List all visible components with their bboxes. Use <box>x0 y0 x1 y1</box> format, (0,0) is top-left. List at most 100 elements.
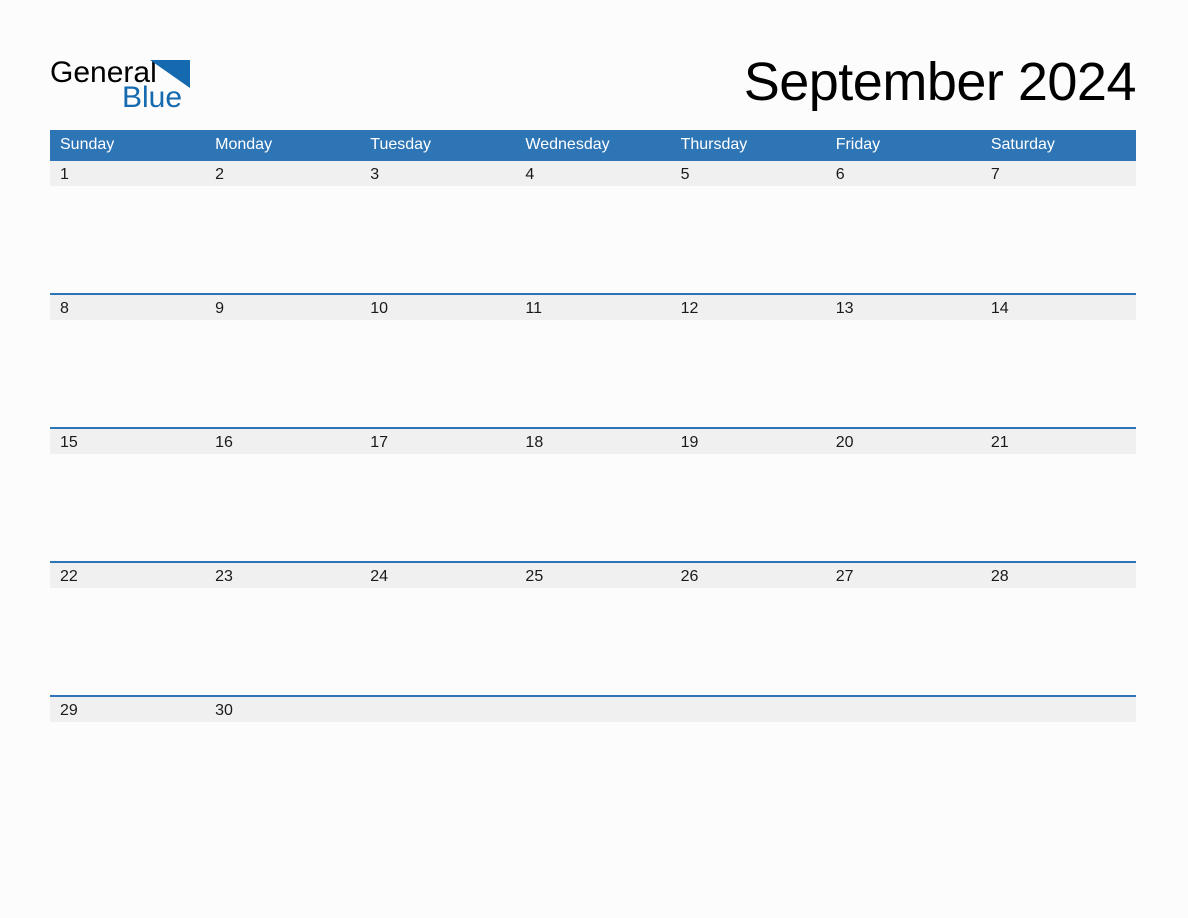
calendar-cell[interactable]: 11 <box>515 293 671 429</box>
day-number: 14 <box>980 295 1136 320</box>
day-events-area[interactable] <box>825 588 981 697</box>
day-number: 26 <box>670 563 826 588</box>
day-number: 22 <box>50 563 206 588</box>
day-events-area[interactable] <box>205 320 361 429</box>
day-number: 13 <box>825 295 981 320</box>
day-events-area[interactable] <box>360 186 516 295</box>
calendar-cell[interactable]: 20 <box>825 427 981 563</box>
calendar-cell[interactable]: 12 <box>670 293 826 429</box>
weekday-header-friday: Friday <box>825 130 981 161</box>
calendar-cell[interactable]: 2 <box>205 161 361 295</box>
day-events-area[interactable] <box>205 722 361 731</box>
calendar-cell[interactable]: 18 <box>515 427 671 563</box>
day-number-empty <box>515 697 671 722</box>
brand-logo[interactable]: General Blue <box>50 54 198 110</box>
day-events-area[interactable] <box>50 722 206 731</box>
calendar-cell[interactable]: 1 <box>50 161 206 295</box>
day-events-area-empty <box>360 722 516 731</box>
day-number: 4 <box>515 161 671 186</box>
day-events-area[interactable] <box>670 588 826 697</box>
day-events-area[interactable] <box>50 588 206 697</box>
calendar-cell[interactable]: 7 <box>980 161 1136 295</box>
calendar-cell[interactable]: 25 <box>515 561 671 697</box>
calendar-cell[interactable]: 24 <box>360 561 516 697</box>
day-number: 9 <box>205 295 361 320</box>
calendar-cell[interactable]: 21 <box>980 427 1137 563</box>
calendar-week-row: 1 2 3 4 5 6 7 <box>50 161 1136 295</box>
day-events-area[interactable] <box>825 320 981 429</box>
calendar-cell[interactable]: 14 <box>980 293 1137 429</box>
day-events-area[interactable] <box>360 454 516 563</box>
calendar-cell <box>825 695 981 731</box>
day-number: 6 <box>825 161 981 186</box>
calendar-cell[interactable]: 5 <box>670 161 826 295</box>
day-events-area[interactable] <box>50 186 206 295</box>
day-number: 10 <box>360 295 516 320</box>
calendar-cell[interactable]: 3 <box>360 161 516 295</box>
calendar-week-row: 8 9 10 11 12 13 14 <box>50 293 1137 429</box>
day-events-area[interactable] <box>980 320 1136 429</box>
day-events-area[interactable] <box>670 320 826 429</box>
day-events-area[interactable] <box>670 186 826 295</box>
day-number: 18 <box>515 429 671 454</box>
day-number: 20 <box>825 429 981 454</box>
calendar-cell <box>515 695 671 731</box>
calendar-cell[interactable]: 9 <box>205 293 361 429</box>
day-events-area[interactable] <box>205 588 361 697</box>
day-number: 25 <box>515 563 671 588</box>
day-events-area-empty <box>515 722 671 731</box>
day-events-area[interactable] <box>825 454 981 563</box>
day-events-area[interactable] <box>515 186 671 295</box>
day-events-area[interactable] <box>515 320 671 429</box>
day-events-area[interactable] <box>670 454 826 563</box>
calendar-cell[interactable]: 15 <box>50 427 206 563</box>
day-number: 1 <box>50 161 206 186</box>
day-number: 16 <box>205 429 361 454</box>
weekday-header-thursday: Thursday <box>670 130 826 161</box>
weekday-header-wednesday: Wednesday <box>515 130 671 161</box>
calendar-cell[interactable]: 13 <box>825 293 981 429</box>
calendar-cell[interactable]: 28 <box>980 561 1137 697</box>
day-number-empty <box>980 697 1136 722</box>
calendar-cell[interactable]: 23 <box>205 561 361 697</box>
day-events-area[interactable] <box>360 588 516 697</box>
day-events-area[interactable] <box>50 320 206 429</box>
day-number: 8 <box>50 295 206 320</box>
calendar-cell[interactable]: 22 <box>50 561 206 697</box>
day-number: 30 <box>205 697 361 722</box>
calendar-cell[interactable]: 17 <box>360 427 516 563</box>
day-number: 23 <box>205 563 361 588</box>
day-number: 17 <box>360 429 516 454</box>
brand-name-blue: Blue <box>122 81 182 110</box>
day-events-area[interactable] <box>205 186 361 295</box>
day-events-area[interactable] <box>515 454 671 563</box>
day-events-area[interactable] <box>980 454 1136 563</box>
calendar-cell[interactable]: 16 <box>205 427 361 563</box>
calendar-cell <box>980 695 1137 731</box>
day-events-area[interactable] <box>980 186 1136 295</box>
calendar-cell[interactable]: 8 <box>50 293 206 429</box>
day-events-area[interactable] <box>980 588 1136 697</box>
day-events-area[interactable] <box>515 588 671 697</box>
calendar-cell[interactable]: 4 <box>515 161 671 295</box>
calendar-cell[interactable]: 26 <box>670 561 826 697</box>
day-number: 15 <box>50 429 206 454</box>
day-number: 19 <box>670 429 826 454</box>
calendar-cell[interactable]: 29 <box>50 695 206 731</box>
weekday-header-monday: Monday <box>205 130 361 161</box>
day-number: 5 <box>670 161 826 186</box>
calendar-cell <box>670 695 826 731</box>
day-events-area[interactable] <box>50 454 206 563</box>
page-header: General Blue September 2024 <box>50 44 1137 120</box>
day-number: 7 <box>980 161 1136 186</box>
calendar-cell[interactable]: 6 <box>825 161 981 295</box>
calendar-cell[interactable]: 30 <box>205 695 361 731</box>
day-number-empty <box>670 697 826 722</box>
day-events-area[interactable] <box>205 454 361 563</box>
calendar-cell[interactable]: 19 <box>670 427 826 563</box>
calendar-cell[interactable]: 27 <box>825 561 981 697</box>
calendar-week-row: 22 23 24 25 26 27 28 <box>50 561 1137 697</box>
day-events-area[interactable] <box>825 186 981 295</box>
day-events-area[interactable] <box>360 320 516 429</box>
calendar-cell[interactable]: 10 <box>360 293 516 429</box>
